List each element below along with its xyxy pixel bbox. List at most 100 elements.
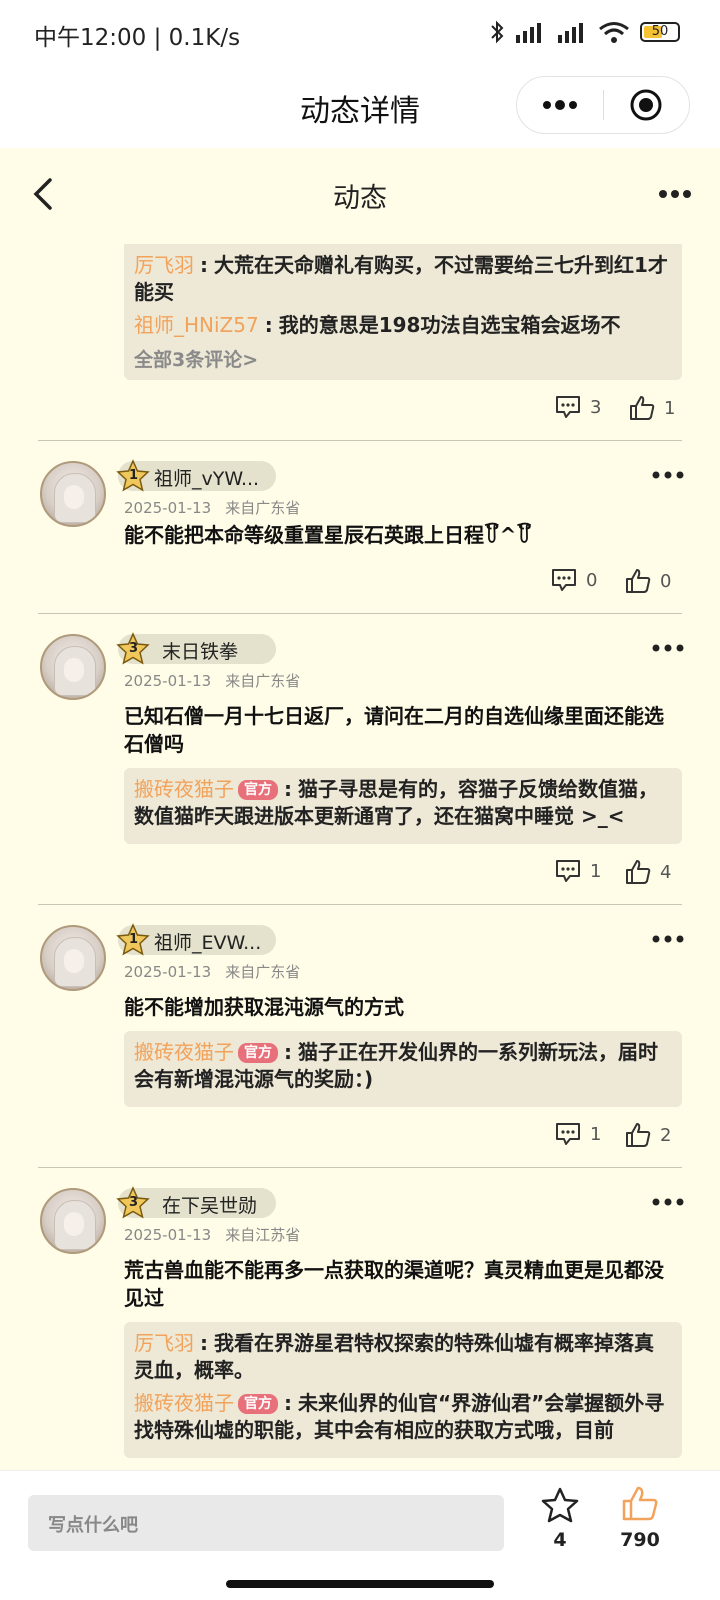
more-dots-icon	[652, 1198, 684, 1206]
user-name-pill[interactable]: 1 祖师_EVW...	[116, 923, 276, 956]
post-more-button[interactable]	[652, 638, 684, 657]
favorite-button[interactable]: 4	[538, 1487, 582, 1551]
user-name-pill[interactable]: 1 祖师_vYW...	[116, 459, 276, 492]
comment-button[interactable]: 3	[554, 394, 601, 420]
reply-box: 厉飞羽: 大荒在天命赠礼有购买，不过需要给三七升到红1才能买 祖师_HNiZ57:…	[124, 244, 682, 380]
reply-text: 我看在界游星君特权探索的特殊仙墟有概率掉落真灵血，概率。	[134, 1331, 654, 1382]
like-count: 2	[660, 1124, 672, 1146]
all-comments-link[interactable]: 全部3条评论>	[134, 345, 670, 372]
post-location: 来自江苏省	[225, 1226, 301, 1244]
bottom-comment-bar: 写点什么吧 4 790	[0, 1470, 720, 1571]
reply-author[interactable]: 祖师_HNiZ57	[134, 313, 259, 337]
post-meta: 2025-01-13 来自江苏省	[124, 1224, 314, 1245]
capsule-menu	[516, 76, 690, 134]
like-button[interactable]: 1	[628, 394, 675, 422]
reply-item[interactable]: 厉飞羽: 我看在界游星君特权探索的特殊仙墟有概率掉落真灵血，概率。	[134, 1330, 670, 1384]
signal-icon	[516, 23, 541, 43]
reply-author[interactable]: 搬砖夜猫子	[134, 1040, 234, 1064]
level-number: 3	[129, 641, 139, 656]
post-item: 3 在下吴世勋 2025-01-13 来自江苏省 荒古兽血能不能再多一点获取的渠道…	[0, 1168, 720, 1458]
reply-box: 厉飞羽: 我看在界游星君特权探索的特殊仙墟有概率掉落真灵血，概率。 搬砖夜猫子 官方…	[124, 1322, 682, 1458]
thumbs-up-icon	[626, 1123, 651, 1147]
avatar[interactable]	[40, 461, 106, 527]
reply-item[interactable]: 搬砖夜猫子 官方: 未来仙界的仙官“界游仙君”会掌握额外寻找特殊仙墟的职能，其中会有…	[134, 1390, 670, 1444]
like-button[interactable]: 0	[624, 567, 671, 595]
avatar[interactable]	[40, 634, 106, 700]
reply-author[interactable]: 搬砖夜猫子	[134, 1391, 234, 1415]
thumbs-up-icon	[626, 569, 651, 593]
post-actions: 1 4	[0, 844, 720, 904]
comment-button[interactable]: 1	[554, 858, 601, 884]
post-content: 荒古兽血能不能再多一点获取的渠道呢？真灵精血更是见都没见过	[124, 1258, 664, 1310]
reply-box: 搬砖夜猫子 官方: 猫子寻思是有的，容猫子反馈给数值猫，数值猫昨天跟进版本更新通宵了…	[124, 768, 682, 844]
post-date: 2025-01-13	[124, 963, 212, 981]
reply-author[interactable]: 厉飞羽	[134, 253, 194, 277]
post-more-button[interactable]	[652, 1192, 684, 1211]
comment-icon	[556, 1123, 580, 1145]
bluetooth-icon	[491, 20, 504, 44]
reply-item[interactable]: 搬砖夜猫子 官方: 猫子寻思是有的，容猫子反馈给数值猫，数值猫昨天跟进版本更新通宵了…	[134, 776, 670, 830]
nav-more-button[interactable]	[658, 184, 692, 203]
comment-feed[interactable]: 厉飞羽: 大荒在天命赠礼有购买，不过需要给三七升到红1才能买 祖师_HNiZ57:…	[0, 244, 720, 1470]
comment-icon	[556, 396, 580, 418]
comment-input[interactable]: 写点什么吧	[28, 1495, 504, 1551]
capsule-more-button[interactable]	[517, 77, 603, 133]
post-more-button[interactable]	[652, 465, 684, 484]
post-date: 2025-01-13	[124, 672, 212, 690]
post-actions: 1 2	[0, 1107, 720, 1167]
user-name: 祖师_vYW...	[154, 468, 260, 490]
reply-item[interactable]: 搬砖夜猫子 官方: 猫子正在开发仙界的一系列新玩法，届时会有新增混沌源气的奖励：)	[134, 1039, 670, 1093]
post-item: 厉飞羽: 大荒在天命赠礼有购买，不过需要给三七升到红1才能买 祖师_HNiZ57:…	[0, 244, 720, 441]
comment-input-placeholder: 写点什么吧	[48, 1515, 138, 1536]
like-button[interactable]: 4	[624, 858, 671, 886]
thumbs-up-icon	[630, 396, 655, 420]
post-item: 3 末日铁拳 2025-01-13 来自广东省 已知石僧一月十七日返厂，请问在二月…	[0, 614, 720, 844]
more-dots-icon	[652, 644, 684, 652]
battery-icon: 50	[640, 22, 680, 42]
home-indicator	[0, 1570, 720, 1600]
status-bar: 中午12:00 | 0.1K/s 50	[0, 0, 720, 68]
thumbs-up-icon	[626, 860, 651, 884]
comment-button[interactable]: 0	[550, 567, 597, 593]
comment-count: 1	[590, 1123, 602, 1145]
post-content: 已知石僧一月十七日返厂，请问在二月的自选仙缘里面还能选石僧吗	[124, 704, 664, 756]
like-count: 1	[664, 397, 676, 419]
like-button[interactable]: 2	[624, 1121, 671, 1149]
post-location: 来自广东省	[225, 672, 301, 690]
comment-button[interactable]: 1	[554, 1121, 601, 1147]
avatar[interactable]	[40, 1188, 106, 1254]
reply-item[interactable]: 祖师_HNiZ57: 我的意思是198功法自选宝箱会返场不	[134, 312, 670, 339]
avatar[interactable]	[40, 925, 106, 991]
page-title: 动态	[333, 183, 387, 214]
post-more-button[interactable]	[652, 929, 684, 948]
more-dots-icon	[659, 190, 691, 198]
user-name-pill[interactable]: 3 末日铁拳	[116, 632, 276, 665]
status-time: 中午12:00 | 0.1K/s	[34, 25, 241, 51]
like-count: 0	[660, 570, 672, 592]
reply-author[interactable]: 厉飞羽	[134, 1331, 194, 1355]
post-content: 能不能把本命等级重置星辰石英跟上日程꒦ິ^꒦ິ	[124, 523, 533, 547]
level-number: 3	[129, 1195, 139, 1210]
user-name-pill[interactable]: 3 在下吴世勋	[116, 1186, 276, 1219]
thumbs-up-icon	[622, 1486, 658, 1521]
level-number: 1	[129, 468, 139, 483]
post-location: 来自广东省	[225, 499, 301, 517]
comment-count: 3	[590, 396, 602, 418]
official-badge: 官方	[238, 780, 278, 800]
capsule-close-button[interactable]	[604, 77, 690, 133]
user-name: 在下吴世勋	[162, 1195, 258, 1217]
reply-author[interactable]: 搬砖夜猫子	[134, 777, 234, 801]
post-meta: 2025-01-13 来自广东省	[124, 497, 314, 518]
reply-item[interactable]: 厉飞羽: 大荒在天命赠礼有购买，不过需要给三七升到红1才能买	[134, 252, 670, 306]
star-icon	[541, 1487, 579, 1523]
bottom-like-button[interactable]: 790	[610, 1485, 670, 1551]
user-name: 祖师_EVW...	[154, 932, 262, 954]
signal-icon-2	[558, 23, 583, 43]
post-item: 1 祖师_EVW... 2025-01-13 来自广东省 能不能增加获取混沌源气的…	[0, 905, 720, 1107]
more-dots-icon	[542, 100, 577, 110]
official-badge: 官方	[238, 1394, 278, 1414]
post-actions: 0 0	[0, 553, 720, 613]
bottom-like-count: 790	[620, 1529, 660, 1551]
post-content: 能不能增加获取混沌源气的方式	[124, 995, 404, 1019]
comment-icon	[556, 860, 580, 882]
